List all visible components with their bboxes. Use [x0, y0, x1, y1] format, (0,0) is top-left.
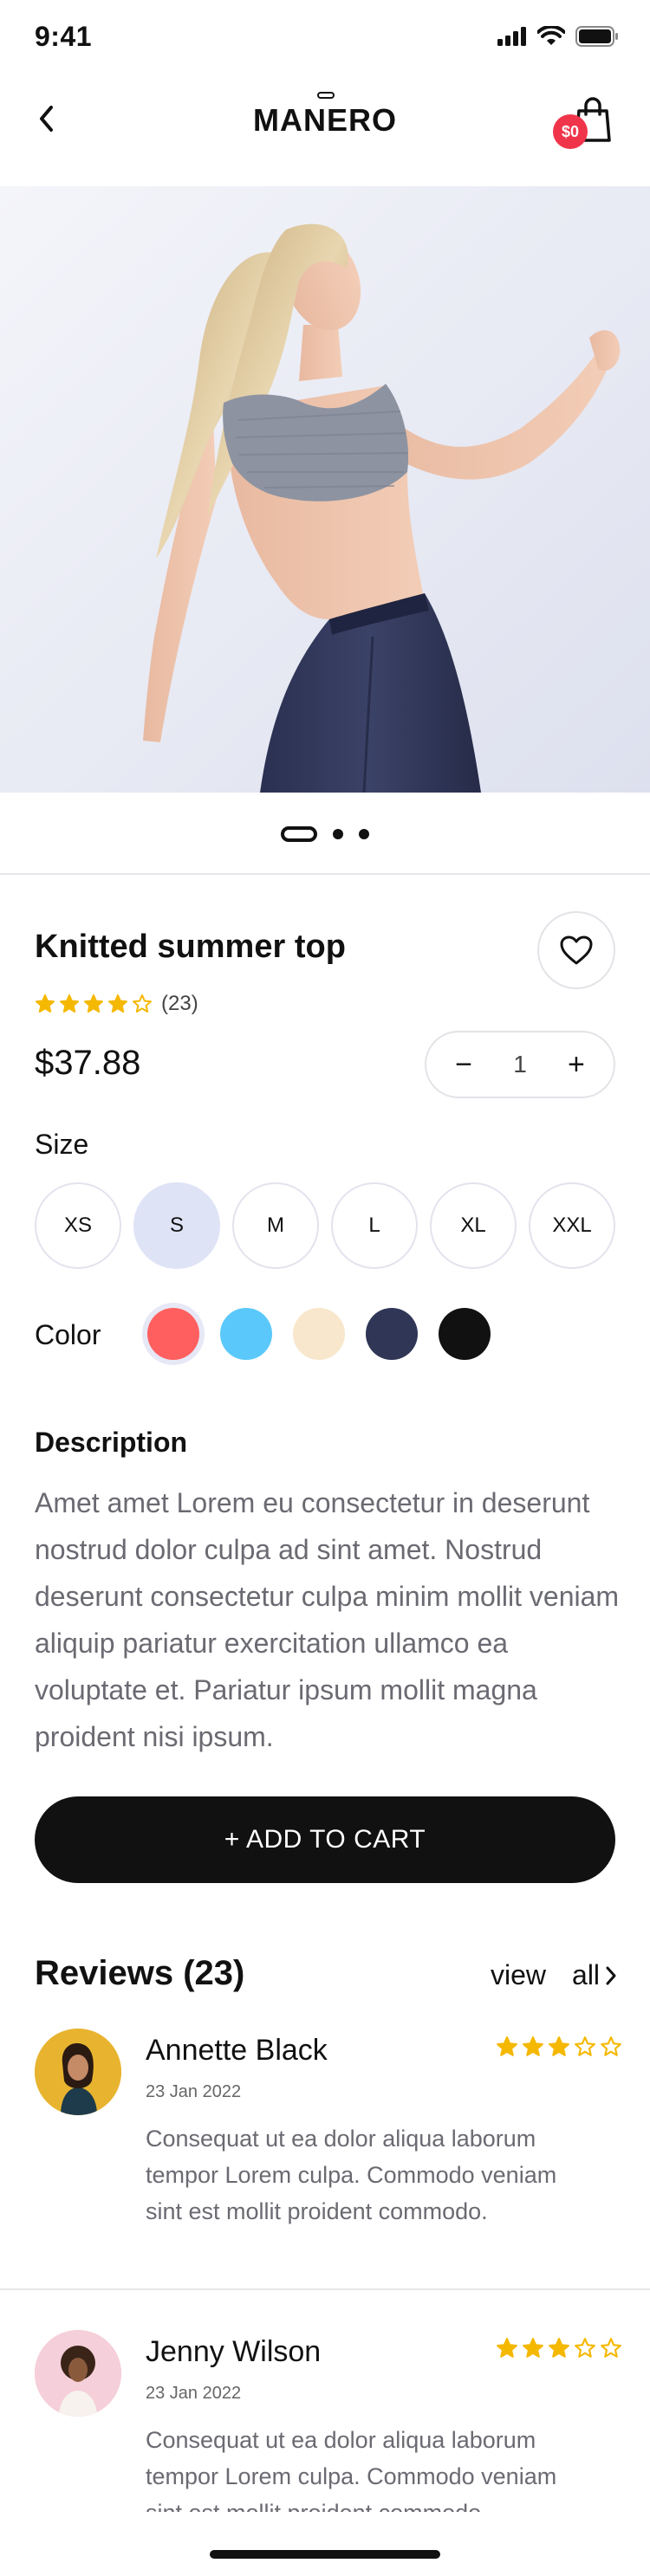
favorite-button[interactable]: [537, 911, 615, 989]
size-options: XS S M L XL XXL: [35, 1182, 615, 1269]
rating-count: (23): [161, 992, 198, 1015]
star-filled-icon: [523, 2338, 543, 2358]
reviewer-photo: [35, 2330, 121, 2417]
heart-icon: [560, 935, 593, 965]
nav-bar: MANERO $0: [0, 76, 650, 189]
quantity-value: 1: [513, 1051, 527, 1078]
description-text: Amet amet Lorem eu consectetur in deseru…: [35, 1487, 620, 1752]
star-filled-icon: [497, 2036, 517, 2056]
reviews-title: Reviews (23): [35, 1954, 245, 1992]
color-swatch[interactable]: [366, 1308, 418, 1360]
product-price: $37.88: [35, 1044, 141, 1082]
divider: [0, 2288, 650, 2290]
wifi-icon: [537, 26, 565, 45]
pager-dot-active[interactable]: [281, 826, 317, 842]
color-swatch[interactable]: [220, 1308, 272, 1360]
star-outline-icon: [575, 2338, 595, 2358]
color-swatch[interactable]: [293, 1308, 345, 1360]
review-item: Annette Black 23 Jan 2022 Consequat ut e…: [0, 2029, 650, 2288]
bottom-safe-area: [0, 2512, 650, 2576]
size-option-m[interactable]: M: [232, 1182, 319, 1269]
size-option-xxl[interactable]: XXL: [529, 1182, 615, 1269]
status-bar: 9:41: [0, 0, 650, 76]
size-label: Size: [35, 1129, 89, 1160]
star-filled-icon: [84, 994, 103, 1013]
star-filled-icon: [108, 994, 127, 1013]
increment-button[interactable]: +: [562, 1048, 591, 1082]
color-options: [147, 1308, 491, 1360]
view-all-label: view: [491, 1959, 547, 1990]
divider: [0, 873, 650, 875]
rating-stars: [35, 994, 153, 1014]
product-rating: (23): [35, 992, 198, 1016]
cart-amount-badge: $0: [553, 114, 588, 149]
star-outline-icon: [133, 994, 152, 1013]
star-filled-icon: [60, 994, 79, 1013]
decrement-button[interactable]: −: [449, 1048, 478, 1082]
star-filled-icon: [549, 2338, 569, 2358]
add-to-cart-button[interactable]: + ADD TO CART: [35, 1796, 615, 1883]
status-icons: [497, 26, 619, 47]
star-filled-icon: [549, 2036, 569, 2056]
review-date: 23 Jan 2022: [146, 2384, 242, 2403]
pager-dot[interactable]: [359, 829, 369, 839]
reviewer-name: Annette Black: [146, 2034, 328, 2067]
model-photo-illustration: [0, 186, 650, 793]
star-outline-icon: [601, 2338, 621, 2358]
color-swatch[interactable]: [147, 1308, 199, 1360]
review-date: 23 Jan 2022: [146, 2082, 242, 2101]
reviewer-name: Jenny Wilson: [146, 2335, 322, 2368]
view-all-link[interactable]: view all: [491, 1959, 617, 1991]
cart-button[interactable]: $0: [546, 90, 615, 151]
review-stars: [496, 2337, 622, 2359]
star-filled-icon: [497, 2338, 517, 2358]
product-photo[interactable]: [0, 186, 650, 793]
cellular-signal-icon: [497, 27, 526, 46]
review-text: Consequat ut ea dolor aliqua laborum tem…: [146, 2126, 557, 2224]
size-option-l[interactable]: L: [331, 1182, 418, 1269]
brand-mark: [317, 92, 335, 99]
star-filled-icon: [36, 994, 55, 1013]
size-option-xl[interactable]: XL: [430, 1182, 517, 1269]
product-title: Knitted summer top: [35, 929, 346, 965]
avatar: [35, 2029, 121, 2115]
size-option-s[interactable]: S: [133, 1182, 220, 1269]
color-label: Color: [35, 1319, 101, 1350]
star-filled-icon: [523, 2036, 543, 2056]
status-time: 9:41: [35, 21, 93, 52]
star-outline-icon: [575, 2036, 595, 2056]
home-indicator: [210, 2550, 440, 2559]
chevron-right-icon: [606, 1966, 616, 1984]
size-option-xs[interactable]: XS: [35, 1182, 121, 1269]
review-stars: [496, 2036, 622, 2058]
avatar: [35, 2330, 121, 2417]
pager-dot[interactable]: [333, 829, 343, 839]
reviewer-photo: [35, 2029, 121, 2115]
color-swatch[interactable]: [439, 1308, 491, 1360]
star-outline-icon: [601, 2036, 621, 2056]
quantity-stepper: − 1 +: [425, 1031, 615, 1098]
view-all-label-2: all: [572, 1959, 601, 1990]
battery-icon: [575, 26, 618, 47]
description-title: Description: [35, 1427, 188, 1458]
gallery-pager[interactable]: [0, 823, 650, 845]
